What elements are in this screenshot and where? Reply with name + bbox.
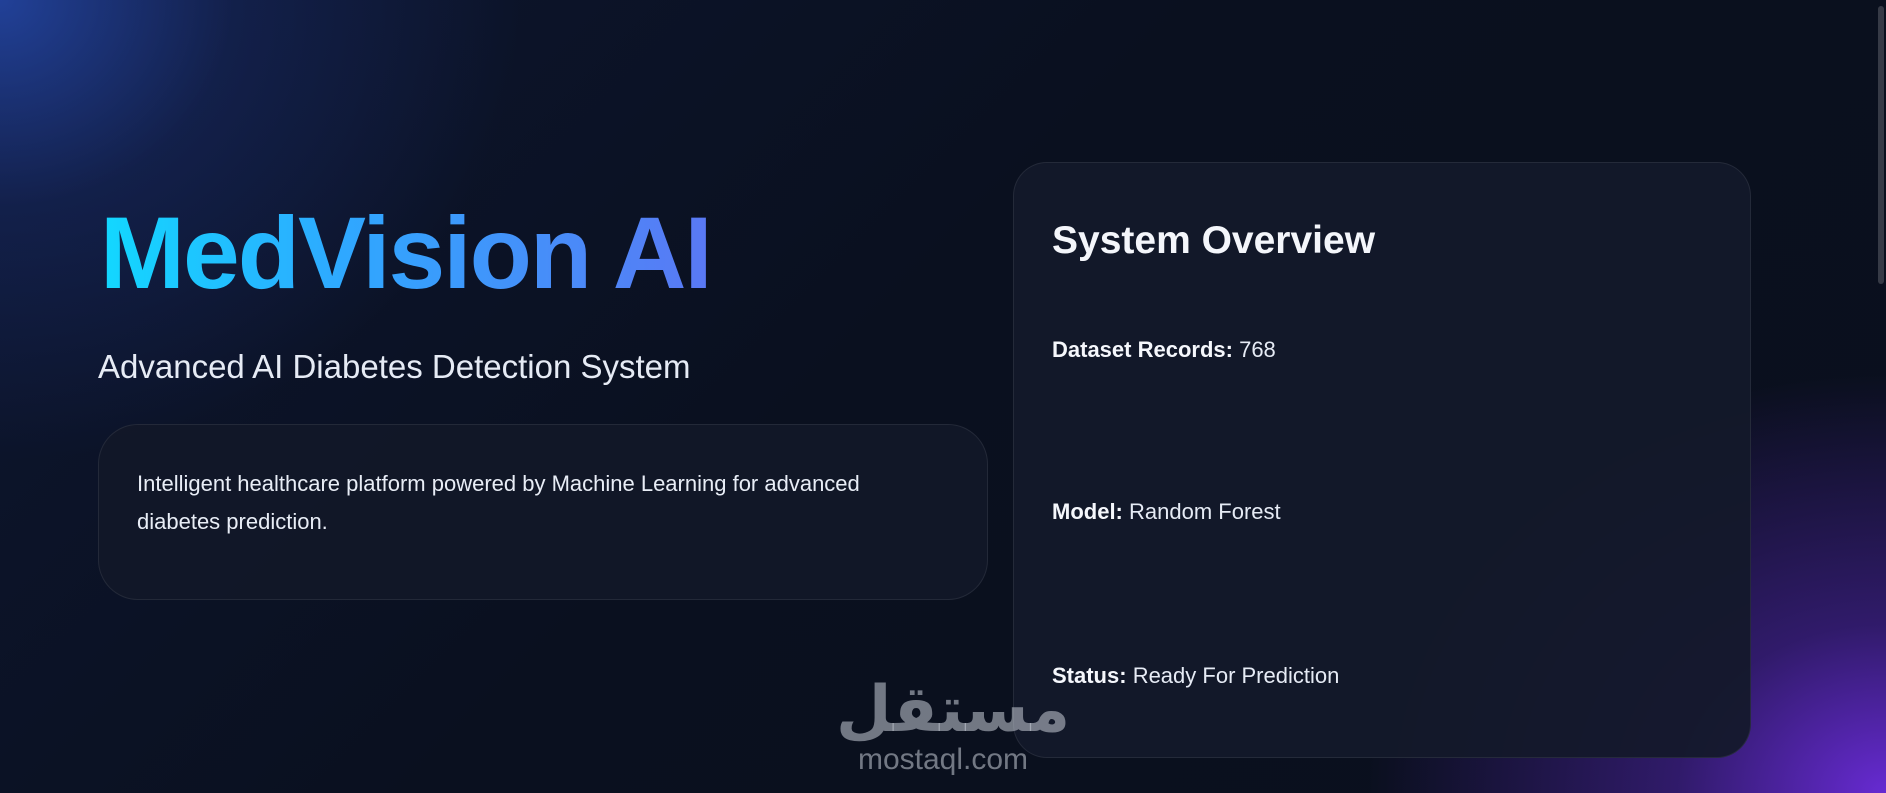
stat-label: Dataset Records: — [1052, 337, 1233, 362]
page-scrollbar[interactable] — [1878, 6, 1884, 284]
watermark-latin: mostaql.com — [857, 743, 1029, 776]
stat-status: Status: Ready For Prediction — [1052, 663, 1339, 689]
app-subtitle: Advanced AI Diabetes Detection System — [98, 348, 691, 385]
overview-title: System Overview — [1052, 219, 1376, 262]
description-card: Intelligent healthcare platform powered … — [98, 424, 988, 600]
watermark-arabic: مستقل — [836, 673, 1071, 747]
stat-model: Model: Random Forest — [1052, 499, 1281, 525]
stat-label: Model: — [1052, 499, 1123, 524]
app-title: MedVision AI — [100, 192, 713, 314]
mostaql-watermark: مستقل mostaql.com — [836, 673, 1071, 778]
stat-dataset-records: Dataset Records: 768 — [1052, 337, 1276, 363]
system-overview-card: System Overview Dataset Records: 768 Mod… — [1013, 162, 1751, 758]
stat-value: Ready For Prediction — [1132, 663, 1340, 688]
stat-value: Random Forest — [1129, 499, 1281, 524]
description-text: Intelligent healthcare platform powered … — [137, 471, 860, 534]
stat-value: 768 — [1239, 337, 1276, 362]
landing-page: MedVision AI Advanced AI Diabetes Detect… — [0, 0, 1886, 793]
